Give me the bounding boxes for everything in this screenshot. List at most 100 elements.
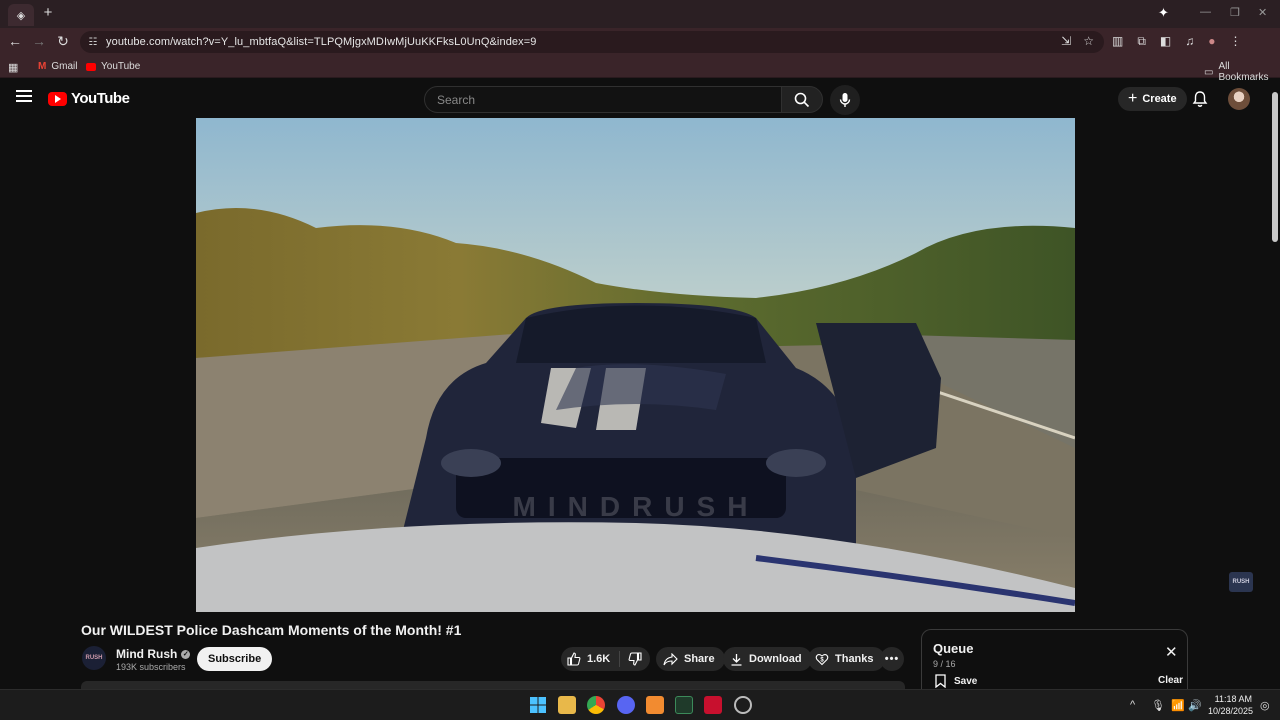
- app-icon-2[interactable]: [734, 696, 752, 714]
- save-label: Save: [954, 675, 978, 687]
- windows-start-icon[interactable]: [529, 696, 547, 714]
- youtube-logo[interactable]: YouTube: [48, 90, 130, 107]
- app-icon[interactable]: [646, 696, 664, 714]
- description-box[interactable]: [81, 681, 905, 689]
- download-label: Download: [749, 653, 802, 665]
- youtube-logo-text: YouTube: [71, 90, 130, 107]
- bookmark-gmail[interactable]: M Gmail: [38, 61, 77, 72]
- page-scrollbar[interactable]: [1272, 92, 1278, 242]
- thumbs-up-icon: [567, 652, 581, 666]
- thanks-label: Thanks: [835, 653, 874, 665]
- queue-clear-button[interactable]: Clear: [1158, 675, 1183, 686]
- minimize-button[interactable]: —: [1200, 6, 1211, 18]
- queue-title: Queue: [933, 641, 974, 656]
- reload-button[interactable]: ↻: [54, 33, 72, 50]
- create-label: Create: [1142, 93, 1177, 105]
- discord-icon[interactable]: [617, 696, 635, 714]
- channel-name[interactable]: Mind Rush ✓: [116, 647, 191, 661]
- tab-audio-icon: ◈: [16, 9, 26, 22]
- video-watermark: MINDRUSH: [513, 491, 760, 522]
- queue-count: 9 / 16: [933, 659, 956, 669]
- bookmark-star-icon[interactable]: ☆: [1083, 34, 1094, 48]
- bookmark-youtube[interactable]: YouTube: [86, 61, 140, 72]
- folder-icon: ▭: [1204, 66, 1214, 78]
- volume-icon[interactable]: 🔊: [1188, 699, 1202, 712]
- dislike-button[interactable]: [620, 652, 650, 666]
- chrome-icon[interactable]: [587, 696, 605, 714]
- wifi-icon[interactable]: 📶: [1171, 699, 1185, 712]
- back-button[interactable]: ←: [6, 33, 24, 49]
- video-player[interactable]: MINDRUSH: [196, 118, 1075, 612]
- like-button[interactable]: 1.6K: [561, 651, 621, 667]
- file-explorer-icon[interactable]: [558, 696, 576, 714]
- share-label: Share: [684, 653, 715, 665]
- microphone-icon: [839, 93, 851, 107]
- windows-taskbar: ^ 🎙 📶 🔊 11:18 AM 10/28/2025 ◎: [0, 689, 1280, 720]
- more-actions-button[interactable]: •••: [880, 647, 904, 671]
- like-count: 1.6K: [587, 653, 611, 665]
- voice-search-button[interactable]: [830, 85, 860, 115]
- profile-icon[interactable]: ●: [1208, 34, 1215, 49]
- extension-icon[interactable]: ▥: [1112, 34, 1123, 49]
- channel-name-text: Mind Rush: [116, 647, 178, 661]
- taskbar-clock[interactable]: 11:18 AM 10/28/2025: [1208, 693, 1254, 717]
- search-icon: [794, 92, 810, 107]
- video-frame: MINDRUSH: [196, 118, 1075, 612]
- close-icon[interactable]: ✕: [1165, 645, 1178, 660]
- new-tab-button[interactable]: +: [40, 5, 56, 21]
- media-controls-icon[interactable]: ♫: [1185, 34, 1194, 49]
- queue-save-button[interactable]: Save: [935, 674, 977, 688]
- excel-icon[interactable]: [675, 696, 693, 714]
- like-dislike-group: 1.6K: [561, 647, 650, 671]
- address-bar[interactable]: ☷ youtube.com/watch?v=Y_lu_mbtfaQ&list=T…: [80, 31, 1104, 53]
- thanks-heart-icon: $: [815, 654, 829, 666]
- browser-tab[interactable]: ◈: [8, 4, 34, 26]
- clock-date: 10/28/2025: [1208, 706, 1254, 716]
- install-app-icon[interactable]: ⇲: [1061, 34, 1071, 48]
- share-icon: [663, 652, 678, 665]
- youtube-header: YouTube Search + Create: [0, 80, 1280, 118]
- clock-time: 11:18 AM: [1214, 694, 1252, 704]
- subscriber-count: 193K subscribers: [116, 662, 186, 672]
- youtube-icon: [86, 62, 96, 71]
- close-window-button[interactable]: ✕: [1258, 6, 1267, 19]
- browser-toolbar: ← → ↻ ☷ youtube.com/watch?v=Y_lu_mbtfaQ&…: [0, 28, 1280, 56]
- subscribe-button[interactable]: Subscribe: [197, 647, 273, 671]
- notifications-bell-icon[interactable]: [1192, 90, 1208, 113]
- forward-button[interactable]: →: [30, 33, 48, 49]
- bookmark-label: YouTube: [101, 61, 141, 72]
- chevron-up-icon[interactable]: ^: [1130, 699, 1135, 711]
- download-button[interactable]: Download: [723, 647, 812, 671]
- browser-tab-strip: ◈ + ✦ — ❐ ✕: [0, 0, 1280, 28]
- hamburger-menu-icon[interactable]: [16, 90, 32, 102]
- microphone-tray-icon[interactable]: 🎙: [1151, 699, 1165, 712]
- queue-panel: Queue 9 / 16 ✕ Save Clear: [921, 629, 1188, 691]
- bookmark-label: Gmail: [51, 61, 78, 72]
- plus-icon: +: [1128, 90, 1138, 107]
- download-icon: [731, 653, 742, 666]
- more-horizontal-icon: •••: [884, 653, 900, 665]
- site-info-icon[interactable]: ☷: [86, 35, 100, 49]
- search-button[interactable]: [781, 86, 823, 113]
- thumbs-down-icon: [628, 652, 642, 666]
- channel-avatar[interactable]: RUSH: [82, 646, 106, 670]
- browser-menu-icon[interactable]: ⋮: [1230, 34, 1242, 49]
- share-button[interactable]: Share: [656, 647, 725, 671]
- bookmark-save-icon: [935, 674, 946, 688]
- create-button[interactable]: + Create: [1118, 87, 1187, 111]
- gemini-sparkle-icon[interactable]: ✦: [1158, 5, 1169, 21]
- video-title: Our WILDEST Police Dashcam Moments of th…: [81, 622, 462, 638]
- media-player-icon[interactable]: [704, 696, 722, 714]
- maximize-button[interactable]: ❐: [1230, 6, 1240, 19]
- side-panel-icon[interactable]: ◧: [1160, 34, 1171, 49]
- thanks-button[interactable]: $ Thanks: [808, 647, 885, 671]
- url-text[interactable]: youtube.com/watch?v=Y_lu_mbtfaQ&list=TLP…: [106, 36, 536, 48]
- extensions-puzzle-icon[interactable]: ⧉: [1137, 34, 1146, 49]
- channel-watermark-logo[interactable]: RUSH: [1229, 572, 1253, 592]
- bookmarks-bar: ▦ M Gmail YouTube ▭ All Bookmarks: [0, 56, 1280, 83]
- gmail-icon: M: [38, 61, 47, 72]
- search-input[interactable]: Search: [424, 86, 782, 113]
- account-avatar[interactable]: [1228, 88, 1250, 110]
- notification-center-icon[interactable]: ◎: [1260, 699, 1270, 712]
- apps-grid-icon[interactable]: ▦: [8, 61, 18, 74]
